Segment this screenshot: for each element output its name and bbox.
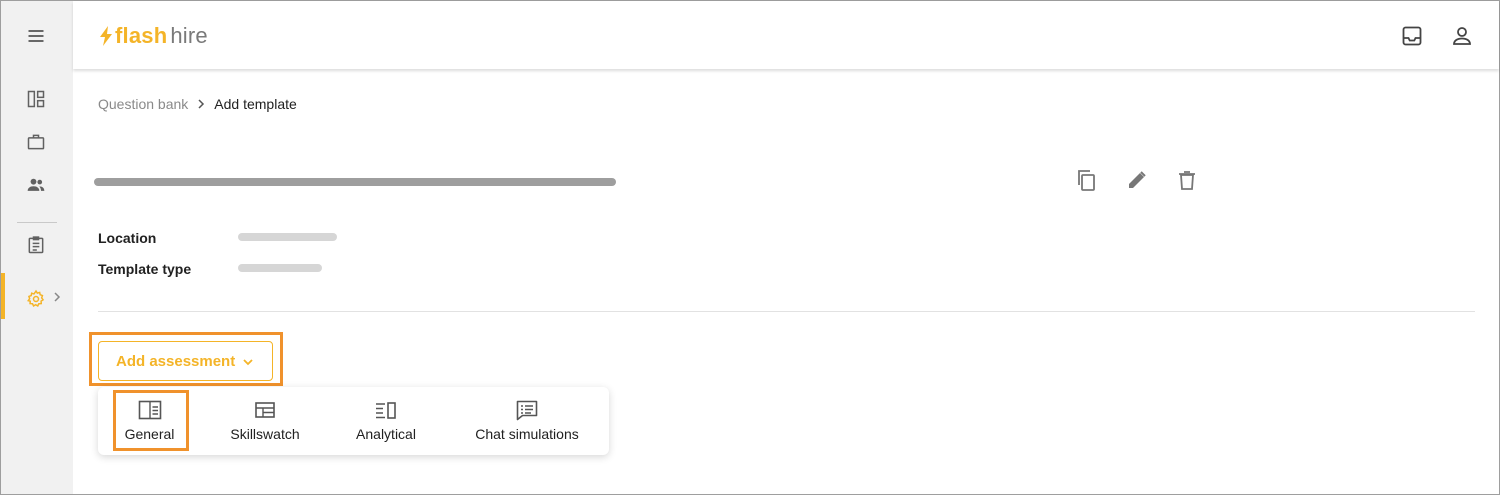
dashboard-icon[interactable] <box>25 88 47 110</box>
section-divider <box>98 311 1475 312</box>
menu-item-chat-simulations[interactable]: Chat simulations <box>467 387 587 455</box>
logo-primary: flash <box>115 23 168 48</box>
menu-item-label: Chat simulations <box>475 426 579 442</box>
add-assessment-button[interactable]: Add assessment <box>98 341 273 381</box>
sidebar-active-indicator <box>1 273 5 319</box>
menu-item-skillswatch[interactable]: Skillswatch <box>221 387 309 455</box>
menu-icon[interactable] <box>25 25 47 47</box>
edit-icon[interactable] <box>1125 168 1149 192</box>
highlight-general <box>113 390 189 451</box>
logo-secondary: hire <box>170 23 208 48</box>
sidebar-divider <box>17 222 57 223</box>
analytical-icon <box>376 402 396 419</box>
inbox-icon[interactable] <box>1400 24 1424 48</box>
copy-icon[interactable] <box>1074 168 1098 192</box>
chat-icon <box>516 400 538 421</box>
app-logo[interactable]: flash hire <box>99 23 208 49</box>
template-type-label: Template type <box>98 261 192 277</box>
location-value-placeholder <box>238 233 337 241</box>
chevron-right-icon <box>198 99 205 109</box>
people-icon[interactable] <box>25 174 47 196</box>
menu-item-label: Skillswatch <box>230 426 300 442</box>
briefcase-icon[interactable] <box>25 131 47 153</box>
sidebar <box>1 1 73 494</box>
breadcrumb: Question bank Add template <box>98 96 297 112</box>
top-header: flash hire <box>73 1 1499 69</box>
chevron-right-icon[interactable] <box>51 291 63 303</box>
bolt-icon <box>100 26 112 46</box>
template-title-placeholder <box>94 178 616 186</box>
breadcrumb-question-bank[interactable]: Question bank <box>98 96 188 112</box>
clipboard-icon[interactable] <box>25 234 47 256</box>
template-type-value-placeholder <box>238 264 322 272</box>
skillswatch-icon <box>255 402 275 418</box>
menu-item-label: Analytical <box>356 426 416 442</box>
delete-icon[interactable] <box>1175 168 1199 192</box>
location-label: Location <box>98 230 157 246</box>
gear-icon[interactable] <box>25 288 47 310</box>
chevron-down-icon <box>243 359 253 366</box>
user-icon[interactable] <box>1450 24 1474 48</box>
breadcrumb-current: Add template <box>214 96 297 112</box>
menu-item-analytical[interactable]: Analytical <box>350 387 422 455</box>
add-assessment-label: Add assessment <box>116 352 236 370</box>
